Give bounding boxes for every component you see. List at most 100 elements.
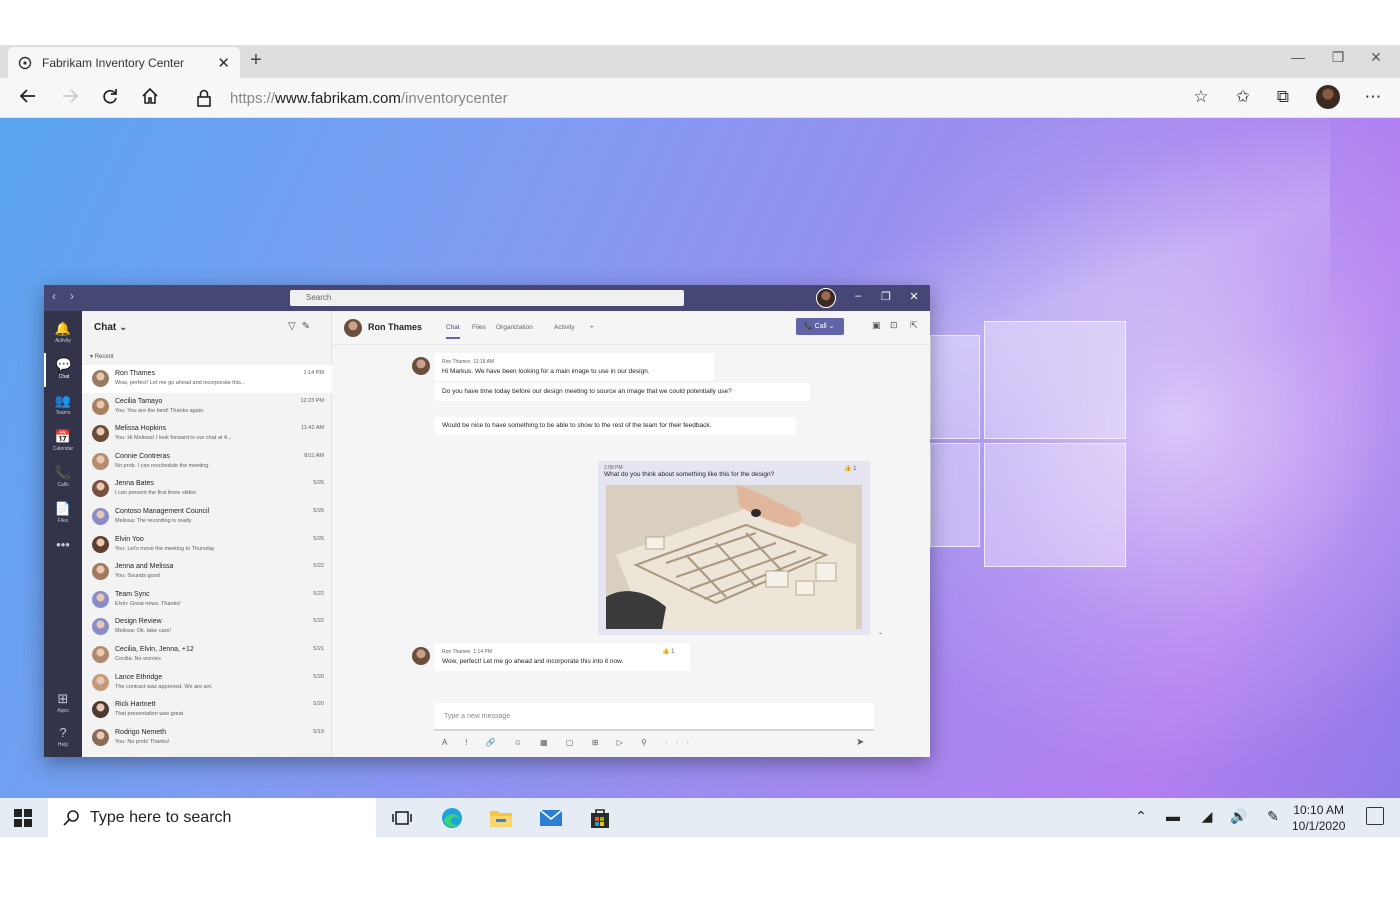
chat-list-item[interactable]: Rodrigo Nemeth You: No prob! Thanks! 5/19 bbox=[82, 724, 332, 752]
restore-button[interactable]: ❐ bbox=[1318, 49, 1358, 66]
message-bubble[interactable]: Would be nice to have something to be ab… bbox=[434, 417, 796, 435]
notifications-icon[interactable] bbox=[1366, 807, 1384, 825]
chat-list-title[interactable]: Chat ⌄ bbox=[94, 322, 127, 333]
minimize-button[interactable]: — bbox=[1278, 49, 1318, 65]
tab-activity[interactable]: Activity bbox=[554, 324, 575, 331]
teams-close-button[interactable]: ✕ bbox=[906, 290, 922, 303]
tab-close-icon[interactable]: ✕ bbox=[217, 54, 230, 72]
task-view-icon[interactable] bbox=[390, 806, 414, 830]
reply-bubble[interactable]: Ron Thames 1:14 PM Wow, perfect! Let me … bbox=[434, 643, 690, 671]
chat-time: 5/22 bbox=[313, 590, 324, 597]
home-button[interactable] bbox=[136, 86, 164, 112]
battery-icon[interactable]: ▬ bbox=[1162, 808, 1184, 824]
taskbar-search-input[interactable]: Type here to search bbox=[48, 798, 376, 837]
store-icon[interactable] bbox=[588, 806, 612, 830]
teams-maximize-button[interactable]: ❐ bbox=[878, 290, 894, 303]
chat-list-item[interactable]: Jenna and Melissa You: Sounds good 5/22 bbox=[82, 558, 332, 586]
back-button[interactable] bbox=[14, 86, 42, 112]
chat-name: Cecilia Tamayo bbox=[115, 397, 163, 405]
chat-list-item[interactable]: Cecilia, Elvin, Jenna, +12 Cecilia: No wo… bbox=[82, 641, 332, 669]
chat-list-item[interactable]: Elvin Yoo You: Let's move the meeting to … bbox=[82, 531, 332, 559]
tab-files[interactable]: Files bbox=[472, 324, 486, 331]
rail-calls[interactable]: 📞 Calls bbox=[44, 461, 82, 495]
network-icon[interactable]: ◢ bbox=[1196, 808, 1218, 825]
calendar-icon: 📅 bbox=[54, 429, 72, 444]
file-explorer-icon[interactable] bbox=[488, 806, 512, 830]
favorites-icon[interactable]: ✩ bbox=[1230, 87, 1256, 107]
teams-back-icon[interactable]: ‹ bbox=[52, 289, 56, 303]
like-reaction[interactable]: 👍 1 bbox=[844, 465, 856, 472]
teams-forward-icon[interactable]: › bbox=[70, 289, 74, 303]
chat-list-item[interactable]: Rick Hartnett That presentation was great… bbox=[82, 696, 332, 724]
chat-list-item[interactable]: Design Review Melissa: Ok, take care! 5/22 bbox=[82, 613, 332, 641]
profile-avatar[interactable] bbox=[1316, 85, 1340, 109]
chat-preview: You: No prob! Thanks! bbox=[115, 738, 170, 745]
rail-apps[interactable]: ⊞ Apps bbox=[44, 687, 82, 721]
reply-like-reaction[interactable]: 👍 1 bbox=[662, 647, 674, 657]
refresh-button[interactable] bbox=[96, 86, 124, 112]
teams-minimize-button[interactable]: – bbox=[850, 290, 866, 302]
rail-help[interactable]: ? Help bbox=[44, 721, 82, 755]
composer-toolbar[interactable]: A ! 🔗 ☺ ▦ ▢ ⊞ ▷ ⚲ ··· bbox=[442, 738, 697, 747]
chat-list-item[interactable]: Jenna Bates I can present the first three… bbox=[82, 475, 332, 503]
call-button[interactable]: 📞 Call ⌄ bbox=[796, 318, 844, 335]
arrow-right-icon bbox=[63, 89, 79, 103]
chat-list-item[interactable]: Connie Contreras No prob. I can reschedul… bbox=[82, 448, 332, 476]
rail-calendar[interactable]: 📅 Calendar bbox=[44, 425, 82, 459]
pop-out-icon[interactable]: ⇱ bbox=[910, 320, 918, 331]
lock-icon[interactable] bbox=[196, 88, 212, 113]
rail-more[interactable]: ••• bbox=[44, 533, 82, 567]
browser-tab[interactable]: Fabrikam Inventory Center ✕ bbox=[8, 47, 240, 78]
screen-share-icon[interactable]: ▣ bbox=[872, 320, 881, 331]
new-tab-button[interactable]: + bbox=[244, 49, 268, 72]
conversation-header: Ron Thames Chat Files Organization Activ… bbox=[332, 311, 930, 345]
my-message-bubble[interactable]: 1:08 PM What do you think about somethin… bbox=[598, 461, 870, 635]
rail-label: Help bbox=[57, 742, 69, 748]
chat-list-item[interactable]: Ron Thames Wow, perfect! Let me go ahead … bbox=[82, 365, 332, 393]
teams-search-input[interactable]: Search bbox=[290, 290, 684, 306]
address-input[interactable]: https://www.fabrikam.com/inventorycenter bbox=[230, 90, 508, 107]
participants-icon[interactable]: ⊡ bbox=[890, 320, 898, 331]
forward-button[interactable] bbox=[56, 86, 84, 112]
message-text: Do you have time today before our design… bbox=[442, 388, 732, 395]
teams-user-avatar[interactable] bbox=[816, 288, 836, 308]
close-window-button[interactable]: ✕ bbox=[1356, 49, 1396, 66]
tab-chat[interactable]: Chat bbox=[446, 324, 460, 339]
mail-icon[interactable] bbox=[538, 806, 563, 830]
chat-preview: No prob. I can reschedule the meeting. bbox=[115, 462, 210, 469]
rail-files[interactable]: 📄 Files bbox=[44, 497, 82, 531]
tab-organization[interactable]: Organization bbox=[496, 324, 533, 331]
chat-list-item[interactable]: Team Sync Elvin: Great news. Thanks! 5/22 bbox=[82, 586, 332, 614]
message-bubble[interactable]: Ron Thames 11:18 AM Hi Markus. We have b… bbox=[434, 353, 714, 381]
more-chevron-icon[interactable]: ⌄ bbox=[878, 629, 883, 636]
add-favorite-icon[interactable]: ☆ bbox=[1188, 87, 1214, 107]
tab-add[interactable]: + bbox=[590, 324, 594, 331]
edge-browser-icon[interactable] bbox=[440, 806, 464, 830]
pen-icon[interactable]: ✎ bbox=[1262, 808, 1284, 825]
sender-avatar bbox=[412, 357, 430, 375]
rail-chat[interactable]: 💬 Chat bbox=[44, 353, 82, 387]
refresh-icon bbox=[103, 89, 117, 104]
more-menu-icon[interactable]: ⋯ bbox=[1360, 87, 1386, 107]
chat-list-item[interactable]: Lance Ethridge The contract was approved.… bbox=[82, 669, 332, 697]
send-icon[interactable]: ➤ bbox=[856, 737, 864, 748]
message-bubble[interactable]: Do you have time today before our design… bbox=[434, 383, 810, 401]
chat-name: Contoso Management Council bbox=[115, 508, 210, 515]
message-composer-input[interactable]: Type a new message bbox=[434, 703, 874, 731]
chat-list-item[interactable]: Cecilia Tamayo You: You are the best! Tha… bbox=[82, 393, 332, 421]
rail-teams[interactable]: 👥 Teams bbox=[44, 389, 82, 423]
taskbar-clock[interactable]: 10:10 AM 10/1/2020 bbox=[1292, 802, 1345, 834]
tab-title: Fabrikam Inventory Center bbox=[42, 55, 185, 70]
teams-titlebar: ‹ › Search – ❐ ✕ bbox=[44, 285, 930, 311]
new-chat-icon[interactable]: ✎ bbox=[302, 321, 316, 332]
chat-list-item[interactable]: Melissa Hopkins You: Hi Melissa! I look f… bbox=[82, 420, 332, 448]
collections-icon[interactable]: ⧉ bbox=[1270, 87, 1296, 107]
chat-list-item[interactable]: Contoso Management Council Melissa: The r… bbox=[82, 503, 332, 531]
filter-icon[interactable]: ▽ bbox=[288, 321, 302, 332]
contact-avatar bbox=[344, 319, 362, 337]
shared-image[interactable] bbox=[606, 485, 862, 629]
start-button[interactable] bbox=[14, 809, 32, 827]
tray-overflow-icon[interactable]: ⌃ bbox=[1130, 808, 1152, 825]
volume-icon[interactable]: 🔊 bbox=[1228, 808, 1250, 825]
rail-bell[interactable]: 🔔 Activity bbox=[44, 317, 82, 351]
